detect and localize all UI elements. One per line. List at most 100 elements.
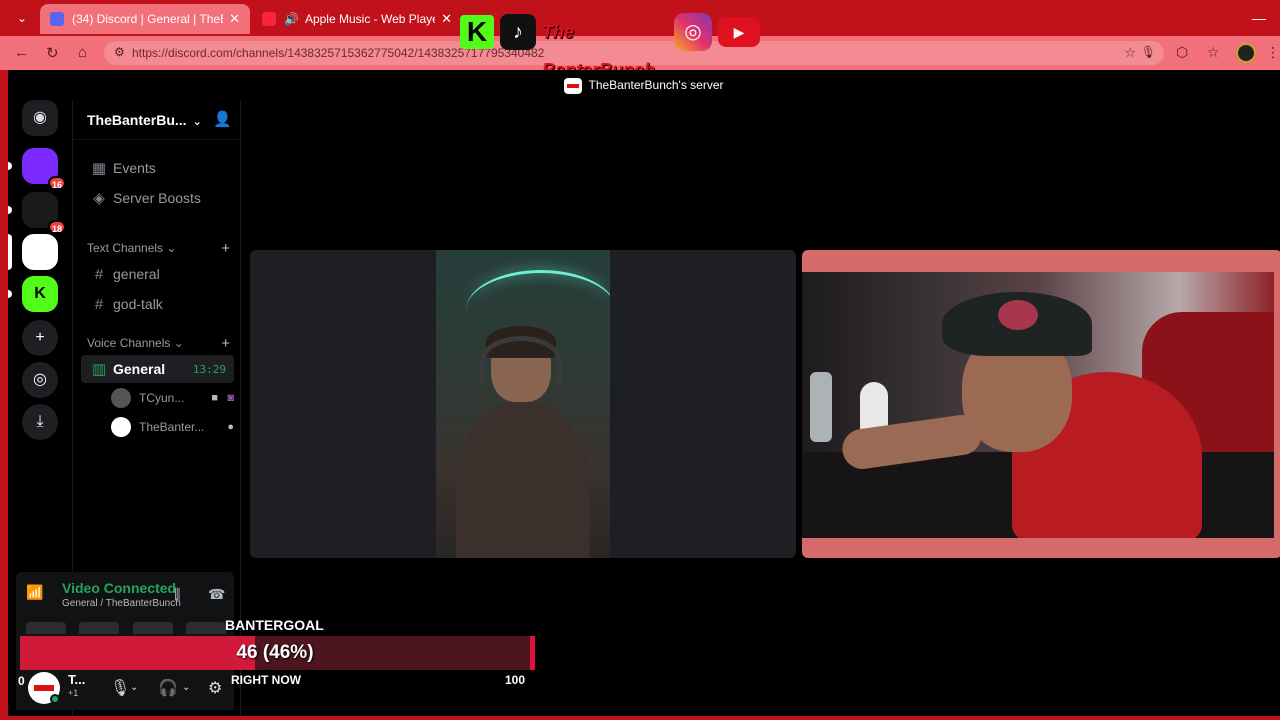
online-status-icon bbox=[50, 694, 60, 704]
minimize-icon[interactable]: — bbox=[1252, 10, 1266, 26]
signal-icon[interactable]: 📶 bbox=[26, 584, 48, 606]
discover-button[interactable]: ◎ bbox=[22, 362, 58, 398]
channel-name: General bbox=[113, 361, 166, 377]
download-apps-button[interactable]: ⤓ bbox=[22, 404, 58, 440]
tab-list-button[interactable]: ⌄ bbox=[10, 8, 34, 28]
channel-general[interactable]: # general bbox=[81, 260, 234, 288]
invite-people-icon[interactable]: 👤 bbox=[213, 110, 232, 128]
channel-god-talk[interactable]: # god-talk bbox=[81, 290, 234, 318]
voice-action-row bbox=[26, 622, 226, 634]
calendar-icon: ▦ bbox=[91, 160, 107, 177]
user-prefix: 0 bbox=[18, 674, 25, 688]
direct-messages-button[interactable]: ◉ bbox=[22, 100, 58, 136]
video-tile-tcyun[interactable] bbox=[250, 250, 796, 558]
activity-button[interactable] bbox=[132, 622, 173, 634]
chevron-down-icon: ⌄ bbox=[192, 116, 202, 128]
guild-icon-banterbunch[interactable] bbox=[22, 234, 58, 270]
bottle bbox=[810, 372, 832, 442]
headphones-icon[interactable]: 🎧 bbox=[158, 678, 178, 698]
window-frame-left bbox=[0, 70, 8, 720]
webcam-feed bbox=[436, 250, 610, 558]
back-arrow-icon[interactable]: ← bbox=[14, 44, 29, 61]
disconnect-icon[interactable]: ☎ bbox=[208, 586, 225, 603]
voice-user-name: TheBanter... bbox=[139, 420, 205, 434]
goal-progress-text: 46 (46%) bbox=[236, 642, 314, 663]
person-body bbox=[456, 400, 590, 558]
server-icon bbox=[564, 77, 583, 94]
tab-close-icon[interactable]: ✕ bbox=[229, 11, 240, 27]
compass-icon: ◎ bbox=[33, 371, 47, 388]
gear-icon[interactable]: ⚙ bbox=[208, 678, 222, 698]
guild-icon-kick[interactable]: K bbox=[22, 276, 58, 312]
camera-icon: ■ bbox=[211, 392, 218, 404]
boosts-label: Server Boosts bbox=[113, 190, 201, 206]
video-tile-banterbunch[interactable] bbox=[802, 250, 1280, 558]
boost-gem-icon: ◈ bbox=[93, 190, 105, 207]
more-menu-icon[interactable]: ⋮ bbox=[1266, 44, 1280, 61]
favorites-icon[interactable]: ☆ bbox=[1207, 44, 1220, 61]
banterbunch-logo: The BanterBunch bbox=[542, 22, 655, 80]
user-area: 0 T... +1 🎙 ⌄ 🎧 ⌄ ⚙ bbox=[16, 666, 234, 710]
goal-title: BANTERGOAL bbox=[225, 617, 324, 633]
webcam-feed bbox=[802, 272, 1274, 538]
user-sub: +1 bbox=[68, 688, 79, 698]
goal-progress-bar: 46 (46%) bbox=[20, 636, 535, 670]
tab-title: Apple Music - Web Player bbox=[304, 12, 436, 26]
lamp bbox=[860, 382, 888, 432]
screen-share-button[interactable] bbox=[79, 622, 120, 634]
mention-badge: 18 bbox=[48, 220, 66, 234]
user-name[interactable]: T... bbox=[68, 672, 85, 687]
tab-discord[interactable]: (34) Discord | General | TheBanterBunch'… bbox=[40, 4, 250, 34]
profile-avatar[interactable] bbox=[1236, 43, 1256, 63]
site-info-icon[interactable]: ⚙ bbox=[114, 45, 125, 59]
guild-icon-2[interactable]: 18 bbox=[22, 192, 66, 234]
guild-icon-1[interactable]: 16 bbox=[22, 148, 66, 190]
reload-icon[interactable]: ↻ bbox=[46, 44, 59, 62]
category-label: Voice Channels bbox=[87, 336, 171, 350]
bookmark-star-icon[interactable]: ☆ bbox=[1124, 45, 1136, 61]
category-voice-channels[interactable]: Voice Channels ⌄ + bbox=[81, 333, 234, 353]
connection-location[interactable]: General / TheBanterBunch bbox=[62, 598, 181, 609]
voice-timer: 13:29 bbox=[192, 362, 226, 376]
tab-title: (34) Discord | General | TheBanterBunch'… bbox=[72, 12, 223, 26]
window-title: TheBanterBunch's server bbox=[588, 78, 724, 92]
chevron-down-icon: ⌄ bbox=[173, 336, 184, 350]
microphone-icon[interactable]: 🎙 bbox=[110, 678, 130, 698]
noise-suppression-icon[interactable]: ⫼ bbox=[174, 586, 180, 603]
category-text-channels[interactable]: Text Channels ⌄ + bbox=[81, 238, 234, 258]
window-frame-bottom bbox=[0, 716, 1280, 720]
voice-user[interactable]: TheBanter... ● bbox=[111, 414, 236, 440]
server-boosts-link[interactable]: ◈ Server Boosts bbox=[81, 184, 234, 212]
create-channel-icon[interactable]: + bbox=[221, 335, 230, 352]
speaker-icon[interactable]: 🔊 bbox=[284, 12, 299, 26]
activity-icon: ◙ bbox=[227, 392, 234, 404]
voice-channel-general[interactable]: ▥ General 13:29 bbox=[81, 355, 234, 383]
home-icon[interactable]: ⌂ bbox=[78, 44, 87, 61]
instagram-logo-icon: ◎ bbox=[674, 13, 712, 51]
youtube-logo-icon: ▶ bbox=[718, 17, 760, 47]
voice-user[interactable]: TCyun... ■ ◙ bbox=[111, 385, 236, 411]
create-channel-icon[interactable]: + bbox=[221, 240, 230, 257]
extension-icon[interactable]: ⬡ bbox=[1176, 44, 1188, 61]
channel-name: general bbox=[113, 266, 160, 282]
avatar bbox=[111, 388, 131, 408]
events-label: Events bbox=[113, 160, 156, 176]
discord-favicon-icon bbox=[50, 12, 64, 26]
unread-pill bbox=[8, 290, 12, 298]
tab-apple-music[interactable]: 🔊 Apple Music - Web Player ✕ bbox=[252, 4, 462, 34]
channel-name: god-talk bbox=[113, 296, 163, 312]
camera-button[interactable] bbox=[26, 622, 66, 634]
server-header[interactable]: TheBanterBu... ⌄ 👤 bbox=[73, 100, 242, 140]
chevron-down-icon[interactable]: ⌄ bbox=[130, 682, 138, 693]
add-server-button[interactable]: + bbox=[22, 320, 58, 356]
events-link[interactable]: ▦ Events bbox=[81, 154, 234, 182]
soundboard-button[interactable] bbox=[185, 622, 226, 634]
goal-label: RIGHT NOW bbox=[231, 673, 301, 687]
kick-logo-icon: K bbox=[460, 15, 494, 49]
chevron-down-icon[interactable]: ⌄ bbox=[182, 682, 190, 693]
connection-status[interactable]: Video Connected bbox=[62, 580, 176, 596]
voice-activity-icon: ▥ bbox=[91, 361, 107, 378]
download-icon: ⤓ bbox=[36, 413, 44, 430]
microphone-icon[interactable]: 🎙 bbox=[1141, 45, 1156, 59]
tab-close-icon[interactable]: ✕ bbox=[441, 11, 452, 27]
